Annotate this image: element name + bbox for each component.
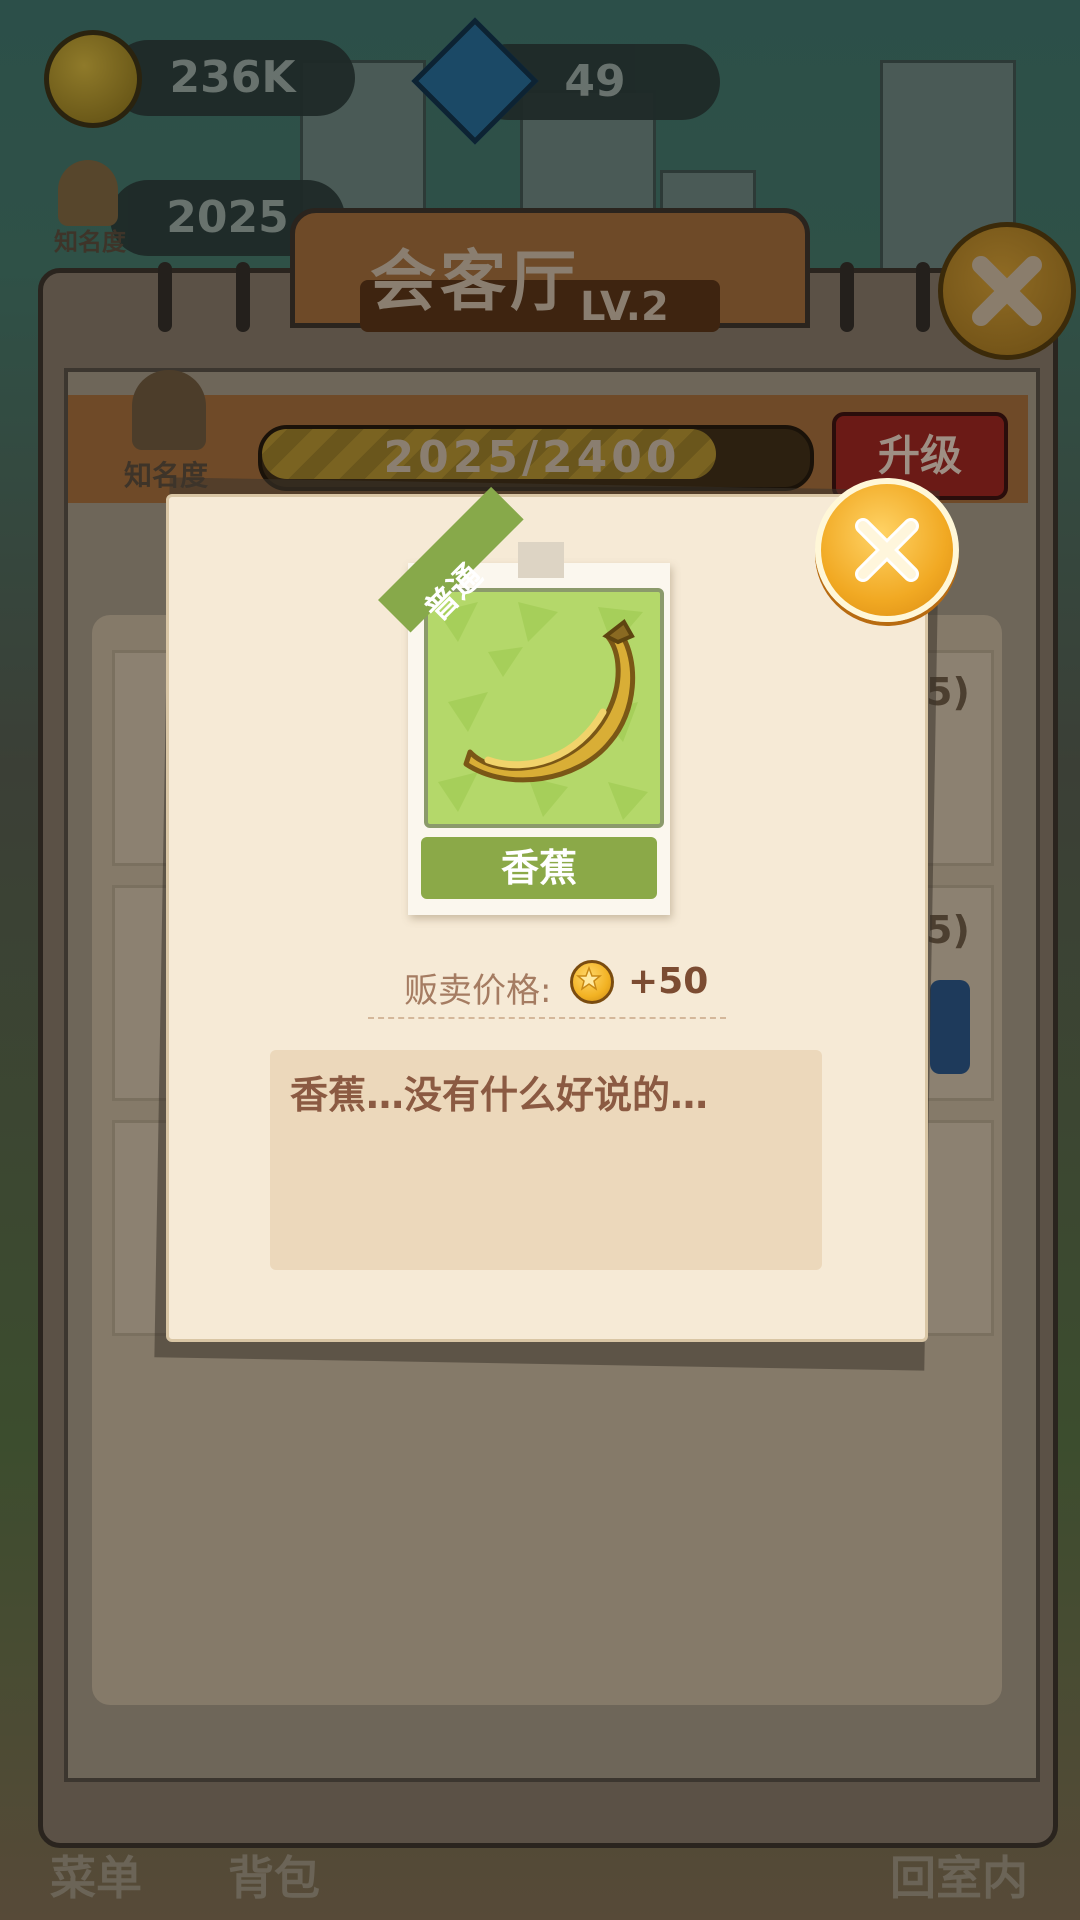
banana-icon xyxy=(438,602,648,820)
coin-counter: 236K xyxy=(110,40,355,116)
row-count-suffix: 5) xyxy=(926,908,970,952)
item-name: 香蕉 xyxy=(421,837,657,899)
binder-ring xyxy=(840,262,854,332)
nav-return-indoor-button[interactable]: 回室内 xyxy=(890,1842,1028,1908)
avatar xyxy=(132,370,206,450)
coin-icon xyxy=(570,960,614,1004)
panel-close-button[interactable] xyxy=(938,222,1076,360)
close-icon xyxy=(972,256,1042,326)
row-action-button[interactable] xyxy=(930,980,970,1074)
popup-close-button[interactable] xyxy=(815,478,959,622)
binder-ring xyxy=(158,262,172,332)
fame-label: 知名度 xyxy=(54,228,126,256)
nav-menu-button[interactable]: 菜单 xyxy=(50,1842,142,1908)
item-description: 香蕉…没有什么好说的… xyxy=(290,1073,709,1117)
item-image xyxy=(424,588,664,828)
level-label: LV.2 xyxy=(580,284,669,330)
page-title: 会客厅 xyxy=(370,243,580,320)
close-icon xyxy=(855,518,919,582)
sell-price-value: +50 xyxy=(628,961,709,1002)
tape-decoration xyxy=(518,542,564,578)
nav-bag-button[interactable]: 背包 xyxy=(228,1842,320,1908)
divider xyxy=(368,1017,726,1019)
coin-icon xyxy=(44,30,142,128)
avatar xyxy=(58,160,118,226)
star-icon xyxy=(575,965,603,991)
binder-ring xyxy=(916,262,930,332)
binder-ring xyxy=(236,262,250,332)
sell-price-label: 贩卖价格: xyxy=(404,971,552,1011)
